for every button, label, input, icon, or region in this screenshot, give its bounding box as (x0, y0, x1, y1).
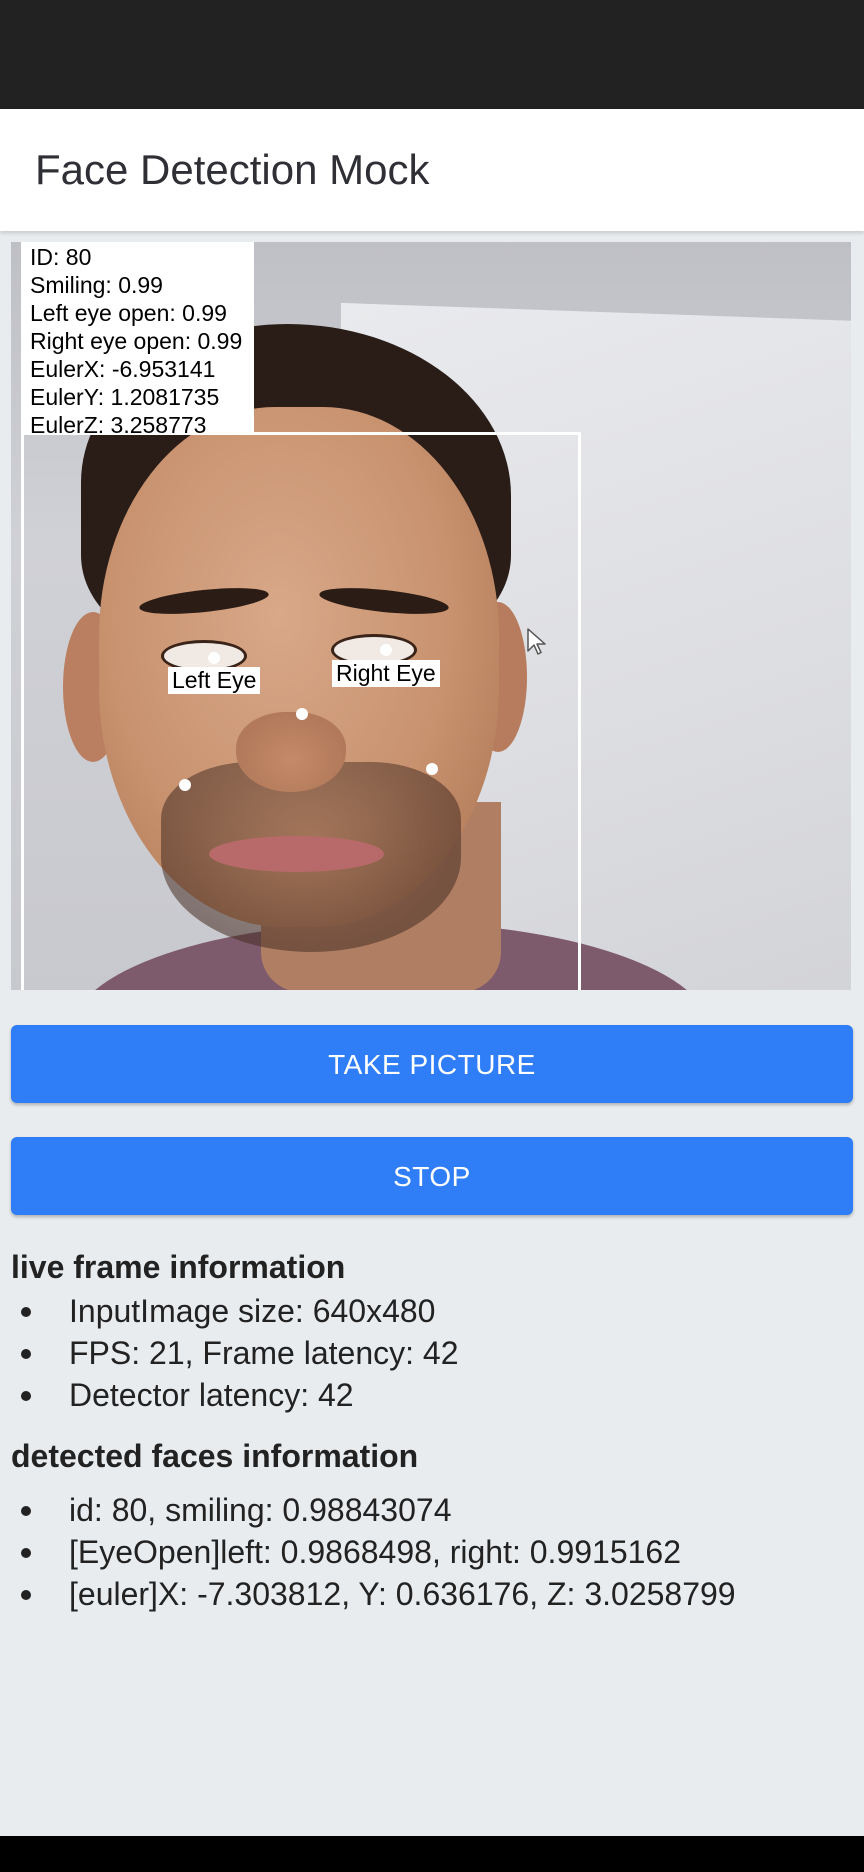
overlay-id: ID: 80 (30, 244, 92, 270)
live-frame-title: live frame information (11, 1249, 346, 1285)
app-title: Face Detection Mock (35, 146, 430, 193)
stop-button[interactable]: STOP (11, 1137, 853, 1215)
list-item: InputImage size: 640x480 (11, 1290, 459, 1332)
bullet-icon (21, 1548, 31, 1558)
right-eye-landmark-label: Right Eye (332, 660, 440, 687)
bullet-icon (21, 1506, 31, 1516)
list-item-text: id: 80, smiling: 0.98843074 (69, 1492, 452, 1528)
bullet-icon (21, 1391, 31, 1401)
detected-faces-title: detected faces information (11, 1438, 419, 1474)
list-item: FPS: 21, Frame latency: 42 (11, 1332, 459, 1374)
status-bar (0, 0, 864, 109)
bullet-icon (21, 1307, 31, 1317)
take-picture-button[interactable]: TAKE PICTURE (11, 1025, 853, 1103)
list-item-text: [EyeOpen]left: 0.9868498, right: 0.99151… (69, 1534, 682, 1570)
overlay-euler-z: EulerZ: 3.258773 (30, 412, 207, 438)
camera-preview[interactable]: ID: 80 Smiling: 0.99 Left eye open: 0.99… (11, 242, 851, 990)
bullet-icon (21, 1349, 31, 1359)
list-item-text: Detector latency: 42 (69, 1377, 354, 1413)
overlay-euler-y: EulerY: 1.2081735 (30, 384, 220, 410)
list-item: Detector latency: 42 (11, 1374, 459, 1416)
list-item-text: [euler]X: -7.303812, Y: 0.636176, Z: 3.0… (69, 1576, 736, 1612)
left-eye-landmark-label: Left Eye (168, 667, 261, 694)
detected-faces-list: id: 80, smiling: 0.98843074 [EyeOpen]lef… (11, 1489, 736, 1615)
list-item: [euler]X: -7.303812, Y: 0.636176, Z: 3.0… (11, 1573, 736, 1615)
overlay-euler-x: EulerX: -6.953141 (30, 356, 216, 382)
navigation-bar (0, 1836, 864, 1872)
overlay-right-eye-open: Right eye open: 0.99 (30, 328, 243, 354)
mouth-left-landmark-dot (179, 779, 191, 791)
face-overlay-info: ID: 80 Smiling: 0.99 Left eye open: 0.99… (21, 242, 254, 438)
list-item-text: InputImage size: 640x480 (69, 1293, 436, 1329)
list-item: id: 80, smiling: 0.98843074 (11, 1489, 736, 1531)
list-item: [EyeOpen]left: 0.9868498, right: 0.99151… (11, 1531, 736, 1573)
left-eye-landmark-dot (208, 652, 220, 664)
nose-landmark-dot (296, 708, 308, 720)
bullet-icon (21, 1590, 31, 1600)
mouth-right-landmark-dot (426, 763, 438, 775)
overlay-left-eye-open: Left eye open: 0.99 (30, 300, 227, 326)
list-item-text: FPS: 21, Frame latency: 42 (69, 1335, 459, 1371)
overlay-smiling: Smiling: 0.99 (30, 272, 163, 298)
live-frame-list: InputImage size: 640x480 FPS: 21, Frame … (11, 1290, 459, 1416)
app-bar: Face Detection Mock (0, 109, 864, 231)
mouse-cursor-icon (527, 628, 546, 655)
right-eye-landmark-dot (380, 644, 392, 656)
